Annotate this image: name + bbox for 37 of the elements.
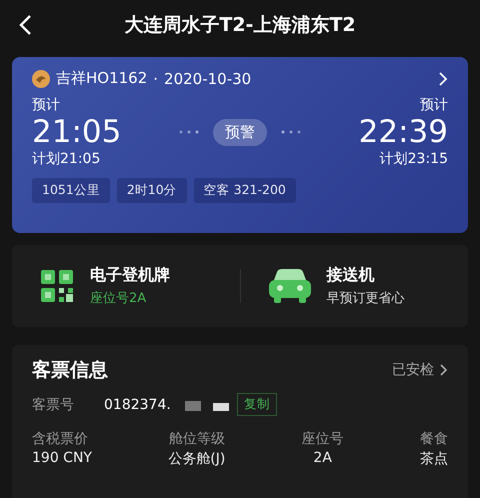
section-title: 客票信息 (32, 358, 108, 383)
departure-label: 预计 (32, 96, 61, 114)
service-title[interactable]: 接送机 (326, 265, 404, 286)
separator-dot: · (153, 70, 158, 88)
security-status[interactable]: 已安检 (392, 361, 434, 379)
field-label: 舱位等级 (168, 430, 225, 448)
field-value: 190 CNY (32, 450, 92, 466)
field-value: 茶点 (420, 450, 448, 468)
info-tag: 1051公里 (32, 178, 110, 203)
qr-code-icon (40, 268, 74, 304)
arrival-label: 预计 (420, 96, 448, 114)
service-subtitle: 座位号2A (90, 290, 148, 307)
arrival-time: 22:39 (358, 114, 448, 150)
planned-departure: 计划21:05 (32, 150, 102, 168)
copy-button[interactable]: 复制 (236, 393, 277, 416)
service-title[interactable]: 电子登机牌 (90, 265, 170, 286)
info-tag: 空客 321-200 (194, 178, 296, 203)
flight-number: 吉祥HO1162 (56, 69, 148, 88)
page-title: 大连周水子T2-上海浦东T2 (124, 13, 356, 38)
flight-date: 2020-10-30 (164, 70, 252, 88)
departure-time: 21:05 (32, 114, 122, 150)
airline-logo-icon (32, 70, 50, 88)
chevron-right-icon[interactable] (440, 364, 448, 376)
field-label: 座位号 (302, 430, 344, 448)
status-badge: 预警 (213, 118, 267, 146)
service-subtitle: 早预订更省心 (326, 290, 404, 307)
field-value: 2A (313, 450, 332, 466)
planned-arrival: 计划23:15 (380, 150, 448, 168)
field-label: 餐食 (420, 430, 448, 448)
info-tag: 2时10分 (116, 178, 187, 203)
flight-card[interactable]: 吉祥HO1162 · 2020-10-30 预计 21:05 计划21:05 预警 预计 22:39 计划23:15 1051公里 2时10分 空客 321-200 (12, 57, 468, 233)
ticket-number-label: 客票号 (32, 396, 75, 414)
car-icon (268, 268, 310, 304)
field-label: 含税票价 (32, 430, 88, 448)
field-value: 公务舱(J) (168, 450, 226, 468)
back-icon[interactable] (18, 14, 32, 36)
ticket-number: 0182374. (104, 396, 171, 412)
